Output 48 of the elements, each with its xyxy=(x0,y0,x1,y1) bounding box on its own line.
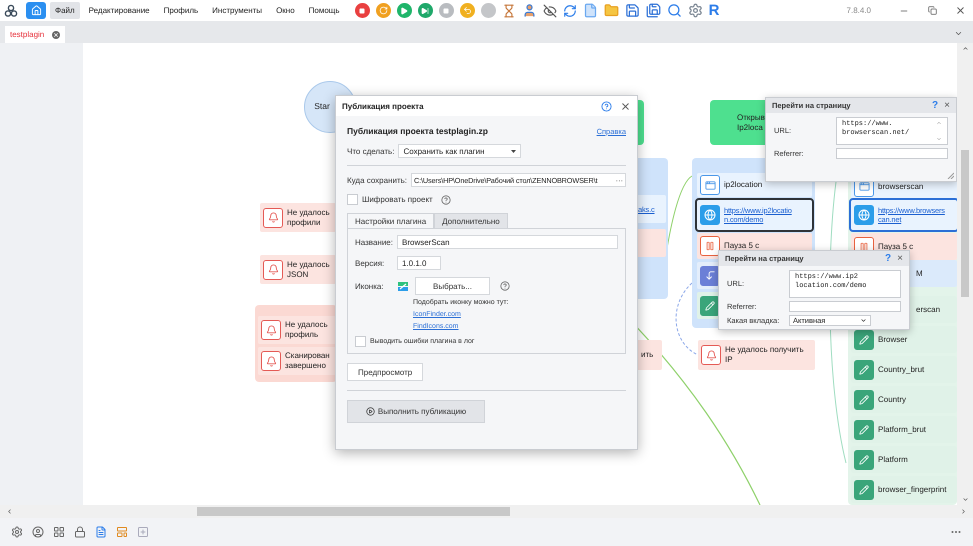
menu-item[interactable]: Профиль xyxy=(158,2,204,19)
field-label: Название: xyxy=(355,238,393,246)
tab[interactable]: Настройки плагина xyxy=(347,213,434,228)
version-field[interactable]: 1.0.1.0 xyxy=(397,256,441,270)
close-button[interactable]: × xyxy=(897,253,903,264)
node-label: Сканирован завершено xyxy=(285,351,330,371)
node-label: Star xyxy=(314,102,330,112)
menu-item[interactable]: Инструменты xyxy=(207,2,268,19)
publish-button[interactable]: Выполнить публикацию xyxy=(347,400,485,423)
field-label: Иконка: xyxy=(355,282,385,290)
node-label: Browser xyxy=(878,334,908,344)
action-select[interactable]: Сохранить как плагин xyxy=(398,144,522,158)
node-label: ить xyxy=(641,350,654,360)
field-label: Что сделать: xyxy=(347,146,394,156)
node-label: ip2location xyxy=(724,180,762,190)
field-label: Версия: xyxy=(355,258,386,268)
field-label: Куда сохранить: xyxy=(347,176,408,184)
node-label: Не удалось профили xyxy=(287,208,330,228)
document-tab[interactable]: testplagin xyxy=(5,26,66,43)
menu-item[interactable]: Файл xyxy=(50,2,80,19)
r-button[interactable]: R xyxy=(708,2,720,19)
choose-button[interactable]: Выбрать... xyxy=(415,277,490,295)
node-label: Не удалось профиль xyxy=(285,320,328,340)
tab[interactable]: Дополнительно xyxy=(434,213,508,228)
node-label: Не удалось получить IP xyxy=(725,345,804,365)
dialog-heading: Публикация проекта testplagin.zp xyxy=(347,126,488,136)
node-label: M xyxy=(916,268,923,278)
menu-item[interactable]: Редактирование xyxy=(84,2,155,19)
node-label: Country_brut xyxy=(878,364,924,374)
node-label: Пауза 5 с xyxy=(878,242,914,252)
checkbox-label: Шифровать проект xyxy=(362,195,433,204)
node-label: Не удалось JSON xyxy=(287,260,330,280)
name-field[interactable]: BrowserScan xyxy=(397,235,618,249)
dialog-title: Публикация проекта xyxy=(342,102,425,110)
menu-item[interactable]: Помощь xyxy=(304,2,345,19)
browse-button[interactable]: ··· xyxy=(615,176,623,184)
preview-button[interactable]: Предпросмотр xyxy=(347,363,423,381)
node-label: Открыв Ip2loca xyxy=(737,112,765,132)
node-label: Пауза 5 с xyxy=(724,241,760,251)
node-label: Platform_brut xyxy=(878,424,926,434)
close-button[interactable]: × xyxy=(944,100,950,111)
node-label: erscan xyxy=(916,304,940,314)
node-label: Platform xyxy=(878,454,908,464)
menu-item[interactable]: Окно xyxy=(271,2,300,19)
node-label: Country xyxy=(878,394,906,404)
version-label: 7.8.4.0 xyxy=(846,6,871,15)
node-label: browser_fingerprint xyxy=(878,484,946,494)
node-label: browserscan xyxy=(878,182,924,192)
